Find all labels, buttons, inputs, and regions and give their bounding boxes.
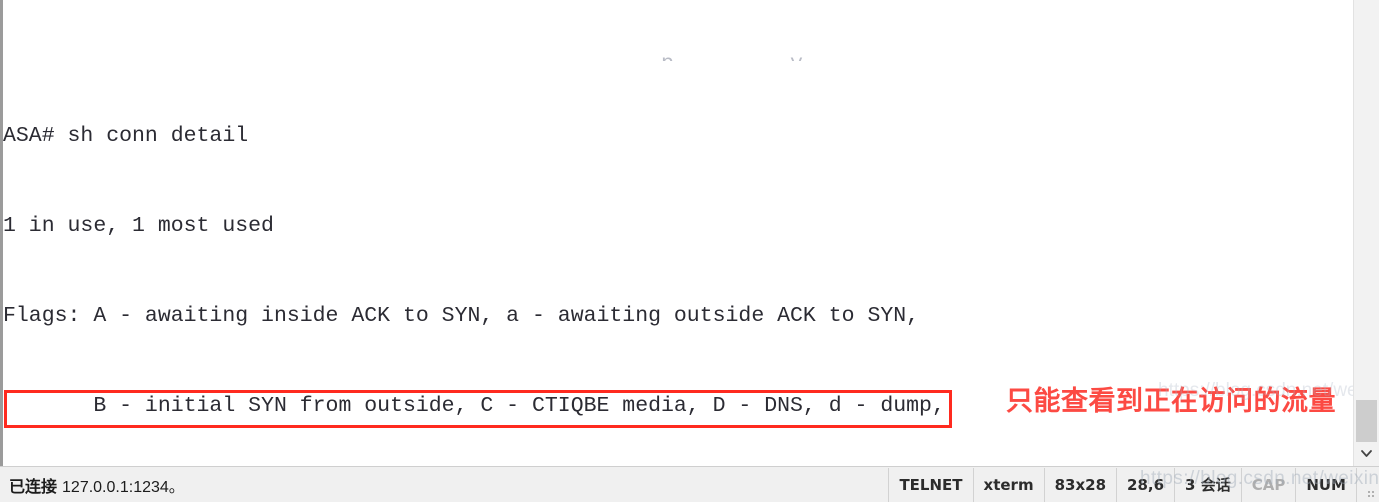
connection-status-address: 127.0.0.1:1234。 <box>62 478 185 496</box>
status-cell-emulation: xterm <box>972 467 1044 502</box>
connection-status-label: 已连接 <box>9 476 58 496</box>
connection-status: 已连接 127.0.0.1:1234。 <box>0 473 185 497</box>
scroll-down-arrow-icon[interactable] <box>1354 442 1379 466</box>
status-cell-session-count: 3 会话 <box>1174 467 1241 502</box>
vertical-scrollbar[interactable] <box>1353 0 1379 466</box>
window-resize-grip[interactable] <box>1356 467 1379 502</box>
status-bar-indicators: TELNET xterm 83x28 28,6 3 会话 CAP NUM <box>888 467 1379 502</box>
status-cell-dimensions: 83x28 <box>1043 467 1116 502</box>
terminal-application-window: , p y ASA# sh conn detail 1 in use, 1 mo… <box>0 0 1379 502</box>
terminal-line-flags-header: Flags: A - awaiting inside ACK to SYN, a… <box>3 304 920 328</box>
status-cell-caps-lock: CAP <box>1240 467 1296 502</box>
terminal-line-command: ASA# sh conn detail <box>3 124 249 148</box>
status-bar: 已连接 127.0.0.1:1234。 TELNET xterm 83x28 2… <box>0 466 1379 502</box>
scrollbar-thumb[interactable] <box>1356 400 1377 442</box>
status-cell-protocol: TELNET <box>888 467 972 502</box>
terminal-output-area[interactable]: , p y ASA# sh conn detail 1 in use, 1 mo… <box>0 0 1379 466</box>
status-cell-num-lock: NUM <box>1295 467 1356 502</box>
annotation-text-chinese: 只能查看到正在访问的流量 <box>1006 386 1336 417</box>
terminal-line-usage: 1 in use, 1 most used <box>3 214 274 238</box>
terminal-line-clipped: , p y <box>3 49 1343 61</box>
status-cell-cursor-position: 28,6 <box>1116 467 1174 502</box>
